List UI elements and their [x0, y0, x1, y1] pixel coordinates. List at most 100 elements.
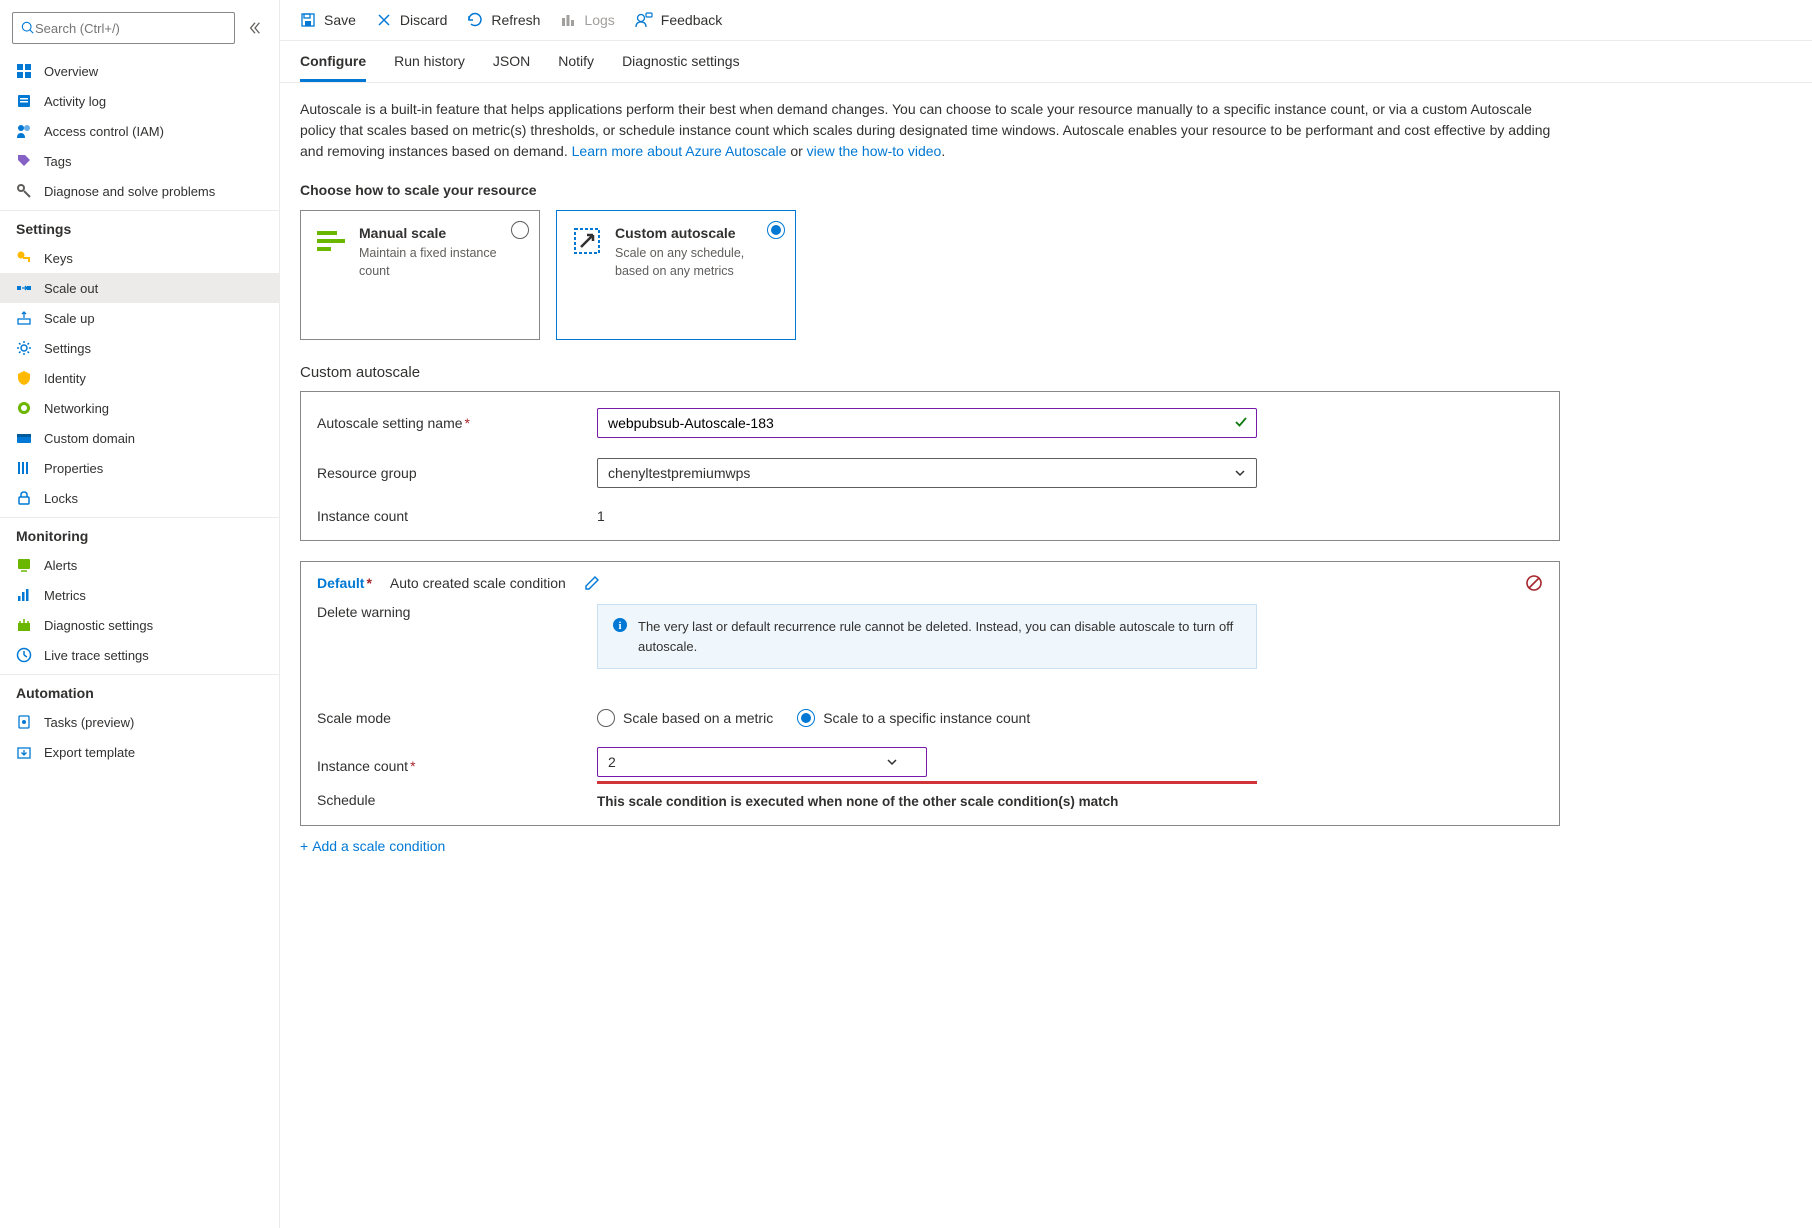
- info-text: The very last or default recurrence rule…: [638, 617, 1242, 656]
- activity-log-icon: [16, 93, 32, 109]
- metrics-icon: [16, 587, 32, 603]
- search-input[interactable]: [35, 21, 226, 36]
- scale-mode-count-radio[interactable]: Scale to a specific instance count: [797, 709, 1030, 727]
- tab-diagnostic-settings[interactable]: Diagnostic settings: [622, 53, 740, 82]
- refresh-icon: [467, 12, 483, 28]
- nav-item-activity-log[interactable]: Activity log: [0, 86, 279, 116]
- custom-autoscale-card[interactable]: Custom autoscale Scale on any schedule, …: [556, 210, 796, 340]
- nav-item-export[interactable]: Export template: [0, 737, 279, 767]
- nav-item-scale-up[interactable]: Scale up: [0, 303, 279, 333]
- custom-radio[interactable]: [767, 221, 785, 239]
- nav-item-tags[interactable]: Tags: [0, 146, 279, 176]
- scale-up-icon: [16, 310, 32, 326]
- scale-mode-count-label: Scale to a specific instance count: [823, 710, 1030, 726]
- tasks-icon: [16, 714, 32, 730]
- resource-group-value: chenyltestpremiumwps: [608, 465, 750, 481]
- tab-json[interactable]: JSON: [493, 53, 530, 82]
- nav-label: Alerts: [44, 558, 77, 573]
- tab-notify[interactable]: Notify: [558, 53, 594, 82]
- section-monitoring: Monitoring: [0, 517, 279, 550]
- content: Autoscale is a built-in feature that hel…: [280, 83, 1580, 870]
- alerts-icon: [16, 557, 32, 573]
- nav-label: Locks: [44, 491, 78, 506]
- tab-configure[interactable]: Configure: [300, 53, 366, 82]
- description: Autoscale is a built-in feature that hel…: [300, 99, 1560, 162]
- networking-icon: [16, 400, 32, 416]
- main: Save Discard Refresh Logs Feedback Confi…: [280, 0, 1812, 1228]
- scale-mode-metric-radio[interactable]: Scale based on a metric: [597, 709, 773, 727]
- add-scale-condition-button[interactable]: +Add a scale condition: [300, 838, 1560, 854]
- custom-autoscale-sub: Scale on any schedule, based on any metr…: [615, 245, 781, 280]
- manual-scale-title: Manual scale: [359, 225, 525, 241]
- nav-item-networking[interactable]: Networking: [0, 393, 279, 423]
- nav-item-locks[interactable]: Locks: [0, 483, 279, 513]
- schedule-label: Schedule: [317, 792, 597, 808]
- nav-label: Networking: [44, 401, 109, 416]
- nav-item-settings[interactable]: Settings: [0, 333, 279, 363]
- instance-count-value: 1: [597, 508, 605, 524]
- nav-item-scale-out[interactable]: Scale out: [0, 273, 279, 303]
- feedback-label: Feedback: [661, 12, 722, 28]
- nav-item-access-control[interactable]: Access control (IAM): [0, 116, 279, 146]
- nav-label: Scale out: [44, 281, 98, 296]
- nav-item-identity[interactable]: Identity: [0, 363, 279, 393]
- sidebar: OverviewActivity logAccess control (IAM)…: [0, 0, 280, 1228]
- tabs: Configure Run history JSON Notify Diagnostic…: [280, 41, 1812, 83]
- settings-icon: [16, 340, 32, 356]
- svg-text:i: i: [618, 620, 621, 632]
- save-button[interactable]: Save: [300, 12, 356, 28]
- learn-more-link[interactable]: Learn more about Azure Autoscale: [572, 143, 787, 159]
- nav-label: Identity: [44, 371, 86, 386]
- toolbar: Save Discard Refresh Logs Feedback: [280, 0, 1812, 41]
- manual-radio[interactable]: [511, 221, 529, 239]
- condition-instance-label: Instance count*: [317, 758, 597, 774]
- nav-item-live-trace[interactable]: Live trace settings: [0, 640, 279, 670]
- nav-item-overview[interactable]: Overview: [0, 56, 279, 86]
- nav-item-diagnostic[interactable]: Diagnostic settings: [0, 610, 279, 640]
- refresh-button[interactable]: Refresh: [467, 12, 540, 28]
- manual-scale-card[interactable]: Manual scale Maintain a fixed instance c…: [300, 210, 540, 340]
- manual-scale-icon: [315, 225, 347, 257]
- discard-button[interactable]: Discard: [376, 12, 447, 28]
- delete-condition-button[interactable]: [1525, 574, 1543, 592]
- resource-group-select[interactable]: chenyltestpremiumwps: [597, 458, 1257, 488]
- manual-scale-sub: Maintain a fixed instance count: [359, 245, 525, 280]
- autoscale-name-input[interactable]: [597, 408, 1257, 438]
- feedback-button[interactable]: Feedback: [635, 12, 722, 28]
- edit-condition-button[interactable]: [584, 575, 600, 591]
- howto-video-link[interactable]: view the how-to video: [807, 143, 942, 159]
- save-label: Save: [324, 12, 356, 28]
- nav-item-tasks[interactable]: Tasks (preview): [0, 707, 279, 737]
- refresh-label: Refresh: [491, 12, 540, 28]
- nav-item-metrics[interactable]: Metrics: [0, 580, 279, 610]
- scale-mode-metric-label: Scale based on a metric: [623, 710, 773, 726]
- nav-item-properties[interactable]: Properties: [0, 453, 279, 483]
- nav-item-alerts[interactable]: Alerts: [0, 550, 279, 580]
- collapse-sidebar-button[interactable]: [243, 16, 267, 40]
- tab-run-history[interactable]: Run history: [394, 53, 465, 82]
- nav-label: Tasks (preview): [44, 715, 134, 730]
- search-box[interactable]: [12, 12, 235, 44]
- nav-label: Live trace settings: [44, 648, 149, 663]
- pencil-icon: [584, 575, 600, 591]
- nav-item-diagnose[interactable]: Diagnose and solve problems: [0, 176, 279, 206]
- nav-item-custom-domain[interactable]: Custom domain: [0, 423, 279, 453]
- search-icon: [21, 21, 35, 35]
- scale-out-icon: [16, 280, 32, 296]
- access-control-icon: [16, 123, 32, 139]
- delete-warning-info: i The very last or default recurrence ru…: [597, 604, 1257, 669]
- desc-or: or: [790, 143, 806, 159]
- export-icon: [16, 744, 32, 760]
- schedule-note: This scale condition is executed when no…: [597, 794, 1118, 809]
- autoscale-name-label: Autoscale setting name*: [317, 415, 597, 431]
- live-trace-icon: [16, 647, 32, 663]
- condition-instance-input[interactable]: 2: [597, 747, 927, 777]
- nav-label: Keys: [44, 251, 73, 266]
- nav-label: Settings: [44, 341, 91, 356]
- discard-label: Discard: [400, 12, 447, 28]
- condition-subtitle: Auto created scale condition: [390, 575, 566, 591]
- feedback-icon: [635, 12, 653, 28]
- section-automation: Automation: [0, 674, 279, 707]
- info-icon: i: [612, 617, 628, 656]
- nav-item-keys[interactable]: Keys: [0, 243, 279, 273]
